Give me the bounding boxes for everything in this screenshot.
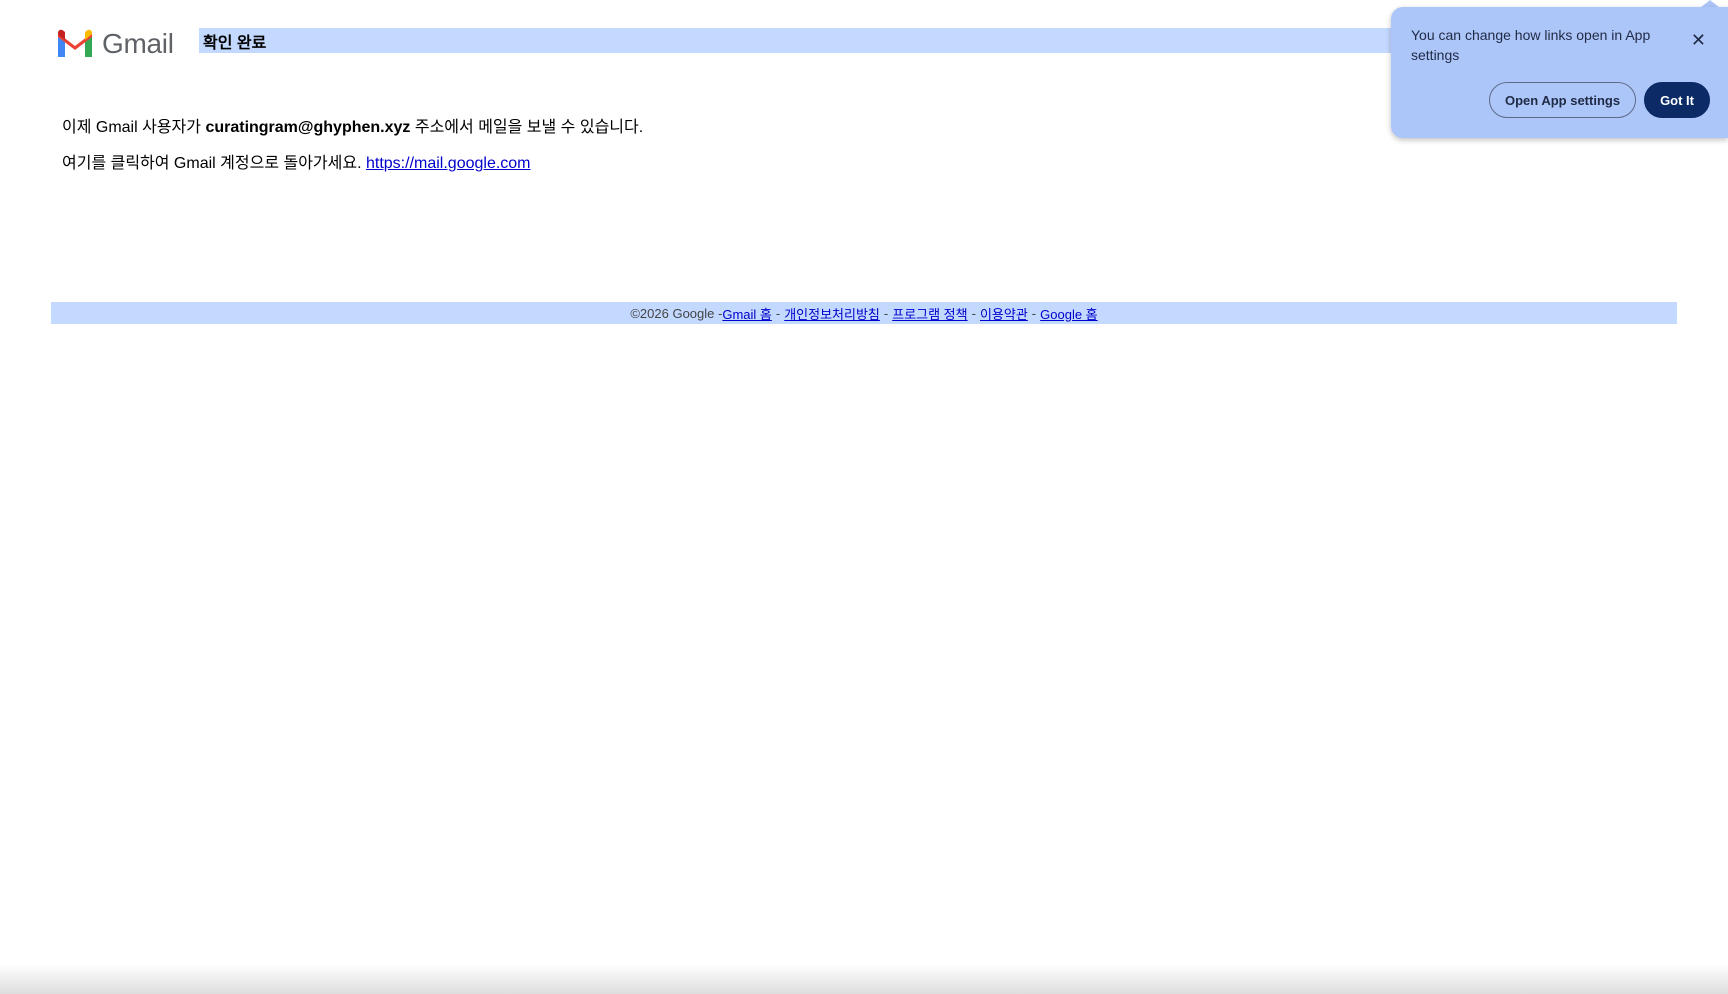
window-bottom-shadow xyxy=(0,964,1728,994)
footer-separator: - xyxy=(971,305,976,321)
footer-link-privacy[interactable]: 개인정보처리방침 xyxy=(784,304,880,323)
message-content: 이제 Gmail 사용자가 curatingram@ghyphen.xyz 주소… xyxy=(62,118,643,190)
footer-separator: - xyxy=(775,305,781,321)
gmail-link[interactable]: https://mail.google.com xyxy=(366,155,531,172)
footer-separator: - xyxy=(883,305,889,321)
return-line: 여기를 클릭하여 Gmail 계정으로 돌아가세요. https://mail.… xyxy=(62,154,643,174)
got-it-button[interactable]: Got It xyxy=(1644,82,1710,118)
gmail-logo[interactable]: Gmail xyxy=(56,24,174,64)
gmail-m-icon xyxy=(58,29,92,57)
footer-link-google-home[interactable]: Google 홈 xyxy=(1040,304,1098,323)
verified-email: curatingram@ghyphen.xyz xyxy=(205,119,411,136)
footer-link-gmail-home[interactable]: Gmail 홈 xyxy=(722,304,772,323)
footer-copyright: ©2026 Google - xyxy=(630,305,723,321)
page-title: 확인 완료 xyxy=(203,34,267,52)
close-icon[interactable]: ✕ xyxy=(1691,31,1706,49)
line2-prefix: 여기를 클릭하여 Gmail 계정으로 돌아가세요. xyxy=(62,155,366,172)
footer-separator: - xyxy=(1031,305,1037,321)
footer-link-program-policy[interactable]: 프로그램 정책 xyxy=(892,304,967,323)
line1-suffix: 주소에서 메일을 보낼 수 있습니다. xyxy=(410,119,644,136)
footer: ©2026 Google - Gmail 홈 - 개인정보처리방침 - 프로그램… xyxy=(51,302,1677,324)
line1-prefix: 이제 Gmail 사용자가 xyxy=(62,119,206,136)
app-settings-popup: You can change how links open in App set… xyxy=(1391,7,1728,138)
page: Gmail 확인 완료 이제 Gmail 사용자가 curatingram@gh… xyxy=(0,0,1728,994)
confirmation-line: 이제 Gmail 사용자가 curatingram@ghyphen.xyz 주소… xyxy=(62,118,643,138)
footer-link-terms[interactable]: 이용약관 xyxy=(980,304,1028,323)
popup-message: You can change how links open in App set… xyxy=(1411,27,1651,63)
popup-actions: Open App settings Got It xyxy=(1488,82,1710,118)
open-app-settings-button[interactable]: Open App settings xyxy=(1488,82,1637,118)
logo-text: Gmail xyxy=(102,28,174,59)
